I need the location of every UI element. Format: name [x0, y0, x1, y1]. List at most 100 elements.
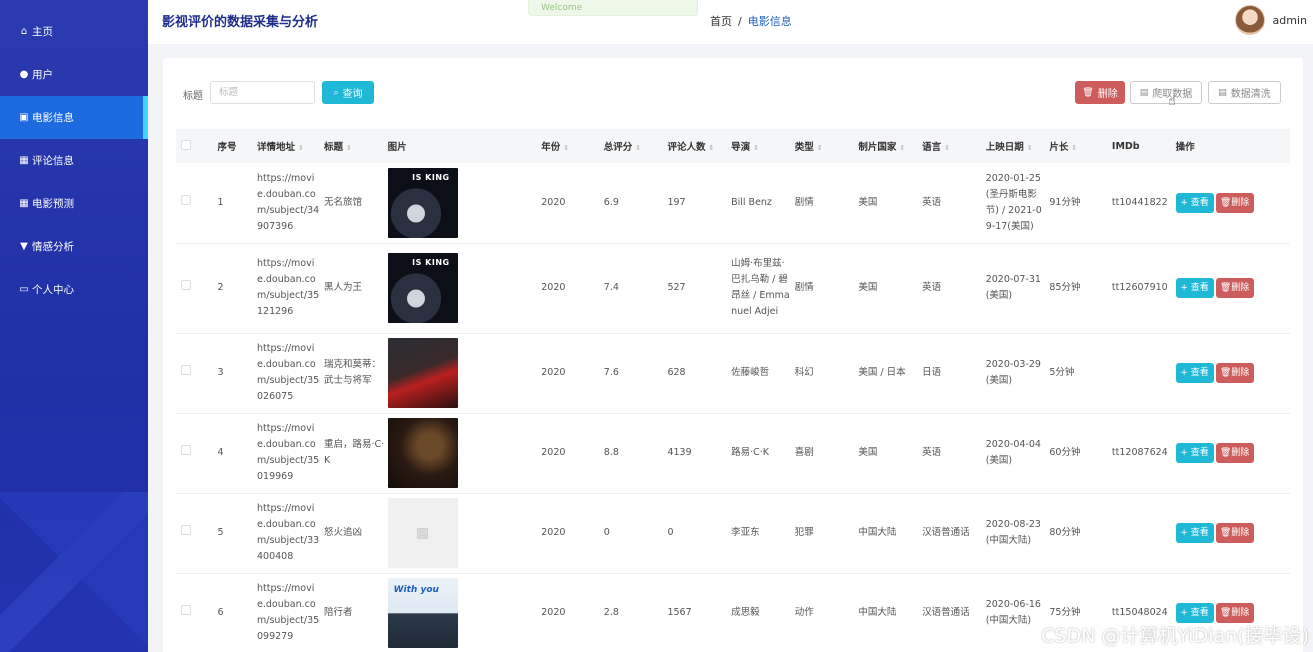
query-button-label: 查询	[342, 89, 363, 100]
cell-length: 91分钟	[1047, 163, 1110, 244]
sidebar-item-comments[interactable]: ▦ 评论信息	[0, 139, 148, 182]
column-header[interactable]: 类型 ⇕	[792, 129, 857, 163]
cell-genre: 科幻	[792, 333, 857, 414]
batch-delete-button[interactable]: 🗑 删除	[1075, 81, 1125, 104]
cell-genre: 动作	[792, 573, 857, 652]
column-header[interactable]: 总评分 ⇕	[601, 129, 666, 163]
crawl-data-button[interactable]: ▤ 爬取数据	[1130, 81, 1202, 104]
column-header: 操作	[1173, 129, 1290, 163]
movie-poster	[387, 338, 458, 408]
column-header[interactable]: 制片国家 ⇕	[856, 129, 921, 163]
cell-title: 无名旅馆	[321, 163, 386, 244]
trash-icon: 🗑	[1219, 608, 1232, 618]
cell-length: 80分钟	[1047, 493, 1110, 574]
column-header[interactable]: 语言 ⇕	[920, 129, 984, 163]
row-checkbox[interactable]	[181, 365, 191, 375]
cell-language: 日语	[920, 333, 984, 414]
breadcrumb-separator: /	[738, 15, 742, 28]
column-header[interactable]: 导演 ⇕	[729, 129, 793, 163]
cell-country: 中国大陆	[856, 573, 921, 652]
movie-poster: With you	[387, 578, 458, 648]
cell-length: 5分钟	[1047, 333, 1110, 414]
cell-language: 汉语普通话	[920, 493, 984, 574]
sidebar-item-sentiment[interactable]: ▼ 情感分析	[0, 225, 148, 268]
view-button[interactable]: + 查看	[1175, 278, 1214, 298]
cell-length: 85分钟	[1047, 243, 1110, 334]
column-header[interactable]: 上映日期 ⇕	[983, 129, 1048, 163]
cell-no: 3	[215, 333, 255, 414]
delete-button[interactable]: 🗑 删除	[1215, 192, 1254, 213]
toast-text: Welcome	[541, 3, 583, 13]
cell-release: 2020-07-31(美国)	[983, 243, 1048, 334]
delete-button[interactable]: 🗑 删除	[1215, 523, 1254, 543]
cell-imdb	[1109, 333, 1174, 414]
sort-icon: ⇕	[899, 144, 906, 152]
view-button[interactable]: + 查看	[1175, 603, 1214, 623]
clipboard-icon: ▣	[19, 112, 29, 123]
database-icon: ▤	[1139, 87, 1149, 98]
trash-icon: 🗑	[1082, 87, 1094, 98]
row-checkbox[interactable]	[181, 605, 191, 615]
view-button[interactable]: + 查看	[1175, 443, 1214, 463]
search-input[interactable]	[210, 81, 315, 104]
clean-data-button[interactable]: ▤ 数据清洗	[1208, 81, 1281, 104]
cell-director: Bill Benz	[729, 163, 793, 244]
cell-title: 怒火追凶	[321, 493, 386, 574]
cell-length: 60分钟	[1047, 413, 1110, 494]
cell-year: 2020	[539, 243, 602, 334]
sort-icon: ⇕	[944, 144, 950, 152]
column-header: IMDb	[1109, 129, 1174, 163]
cell-reviews: 4139	[665, 413, 730, 494]
sort-icon: ⇕	[816, 144, 823, 152]
username[interactable]: admin	[1273, 14, 1307, 27]
delete-button[interactable]: 🗑 删除	[1215, 443, 1254, 463]
column-header[interactable]: 标题 ⇕	[321, 129, 386, 163]
sidebar-item-label: 个人中心	[32, 284, 74, 296]
breadcrumb-current: 电影信息	[747, 15, 792, 28]
sidebar-item-prediction[interactable]: ▦ 电影预测	[0, 182, 148, 225]
avatar[interactable]	[1234, 5, 1265, 35]
cell-url: https://movie.douban.com/subject/3490739…	[255, 163, 322, 244]
cell-reviews: 527	[665, 243, 730, 334]
view-button[interactable]: + 查看	[1175, 192, 1214, 213]
cell-country: 中国大陆	[856, 493, 921, 574]
cell-language: 英语	[920, 163, 984, 244]
column-header[interactable]: 详情地址 ⇕	[255, 129, 322, 163]
delete-button[interactable]: 🗑 删除	[1215, 363, 1254, 383]
id-card-icon: ▭	[19, 284, 29, 295]
row-checkbox[interactable]	[181, 280, 191, 290]
row-checkbox[interactable]	[181, 525, 191, 535]
cell-year: 2020	[539, 573, 602, 652]
query-button[interactable]: ⌕ 查询	[322, 81, 374, 104]
sidebar-item-users[interactable]: ● 用户	[0, 53, 148, 96]
sidebar-item-label: 主页	[32, 26, 53, 38]
user-menu[interactable]: admin	[1234, 5, 1307, 35]
delete-button[interactable]: 🗑 删除	[1215, 278, 1254, 298]
cell-director: 路易·C·K	[729, 413, 793, 494]
cell-score: 7.6	[601, 333, 666, 414]
row-checkbox[interactable]	[181, 194, 191, 205]
main-card: 标题 ⌕ 查询 🗑 删除 ▤ 爬取数据 ▤ 数据清洗 ☝ 序号 详情地址⇕ 标题…	[163, 58, 1303, 652]
sidebar-item-movies[interactable]: ▣ 电影信息	[0, 96, 148, 139]
cell-url: https://movie.douban.com/subject/3512129…	[255, 243, 322, 334]
cell-year: 2020	[539, 493, 602, 574]
column-header[interactable]: 片长 ⇕	[1047, 129, 1110, 163]
view-button[interactable]: + 查看	[1175, 363, 1214, 383]
cell-no: 5	[215, 493, 255, 574]
sidebar-item-label: 用户	[32, 69, 53, 81]
column-header[interactable]: 年份 ⇕	[539, 129, 602, 163]
view-button[interactable]: + 查看	[1175, 523, 1214, 543]
sidebar-item-label: 电影信息	[32, 112, 74, 124]
sidebar-nav: ⌂ 主页 ● 用户 ▣ 电影信息 ▦ 评论信息 ▦ 电影预测 ▼ 情感分析 ▭ …	[0, 10, 148, 311]
cell-language: 英语	[920, 413, 984, 494]
delete-button[interactable]: 🗑 删除	[1215, 603, 1254, 623]
breadcrumb-home[interactable]: 首页	[710, 15, 732, 28]
column-header[interactable]: 评论人数 ⇕	[665, 129, 730, 163]
search-label: 标题	[183, 91, 203, 102]
sidebar-item-profile[interactable]: ▭ 个人中心	[0, 268, 148, 311]
cell-no: 6	[215, 573, 255, 652]
select-all-checkbox[interactable]	[181, 139, 191, 150]
sidebar-item-home[interactable]: ⌂ 主页	[0, 10, 148, 53]
cell-language: 汉语普通话	[920, 573, 984, 652]
row-checkbox[interactable]	[181, 445, 191, 455]
